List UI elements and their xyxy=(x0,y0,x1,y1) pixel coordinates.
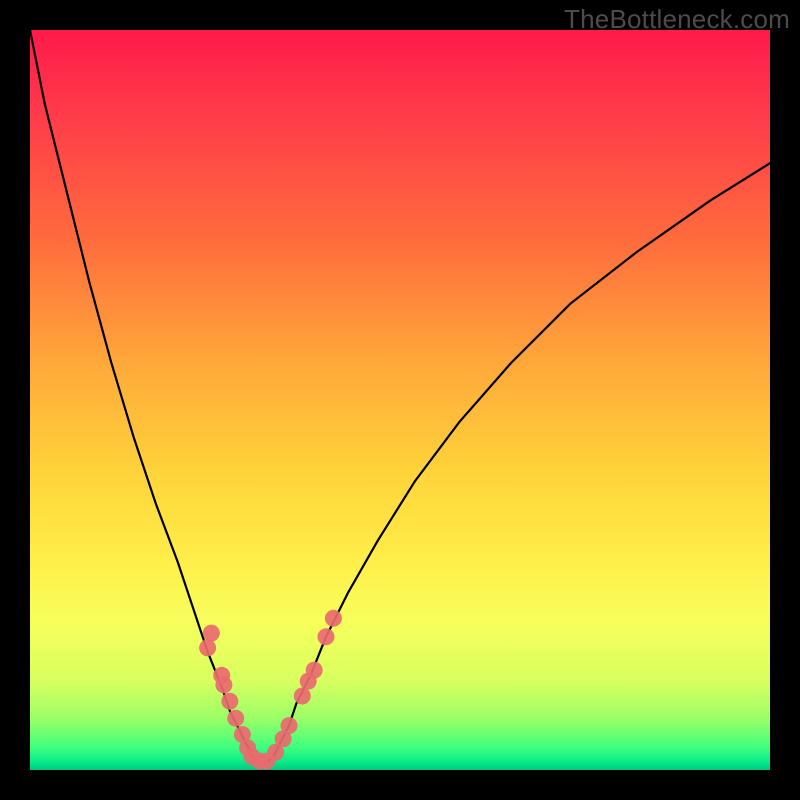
data-marker xyxy=(318,628,335,645)
data-marker xyxy=(306,662,323,679)
curve-svg xyxy=(30,30,770,770)
marker-group xyxy=(199,610,342,770)
data-marker xyxy=(215,676,232,693)
data-marker xyxy=(221,693,238,710)
plot-area xyxy=(30,30,770,770)
data-marker xyxy=(281,717,298,734)
data-marker xyxy=(203,625,220,642)
bottleneck-curve xyxy=(30,30,770,763)
data-marker xyxy=(199,639,216,656)
data-marker xyxy=(294,688,311,705)
chart-frame: TheBottleneck.com xyxy=(0,0,800,800)
data-marker xyxy=(325,610,342,627)
data-marker xyxy=(227,710,244,727)
